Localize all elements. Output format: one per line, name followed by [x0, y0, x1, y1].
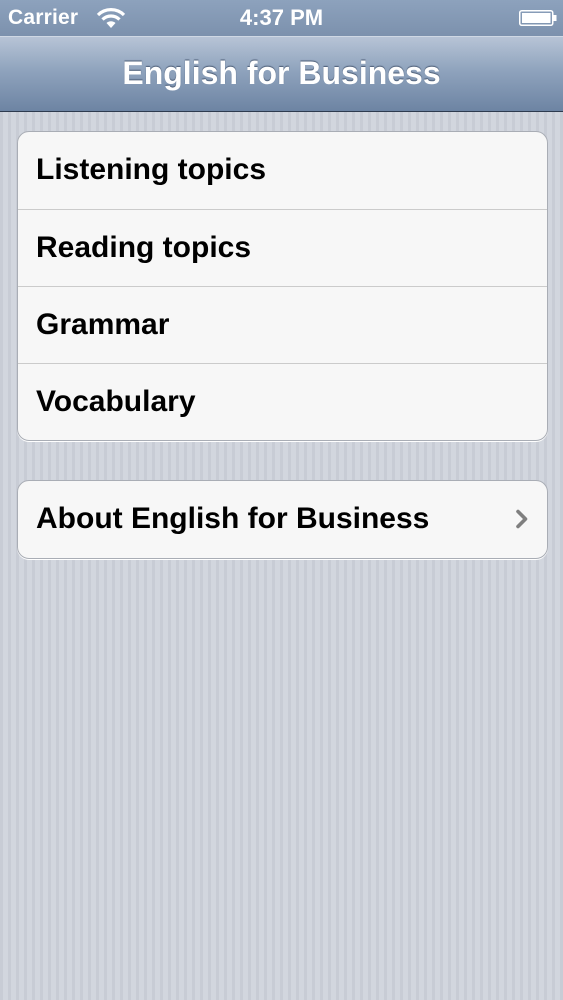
menu-item-reading-topics[interactable]: Reading topics — [18, 209, 547, 286]
menu-list: Listening topics Reading topics Grammar … — [17, 131, 548, 441]
about-section: About English for Business — [17, 480, 548, 559]
status-time: 4:37 PM — [239, 5, 324, 30]
status-bar: Carrier 4:37 PM — [0, 0, 563, 36]
chevron-right-icon — [516, 509, 528, 529]
menu-item-grammar[interactable]: Grammar — [18, 286, 547, 363]
about-label: About English for Business — [36, 502, 430, 535]
about-row[interactable]: About English for Business — [18, 481, 547, 558]
menu-item-listening-topics[interactable]: Listening topics — [18, 132, 547, 209]
battery-icon — [519, 10, 557, 26]
menu-item-label: Vocabulary — [36, 385, 196, 418]
page-title: English for Business — [122, 55, 441, 91]
navigation-bar: English for Business — [0, 36, 563, 112]
menu-item-label: Listening topics — [36, 153, 267, 186]
menu-item-vocabulary[interactable]: Vocabulary — [18, 363, 547, 440]
menu-item-label: Grammar — [36, 308, 170, 341]
menu-item-label: Reading topics — [36, 231, 252, 264]
